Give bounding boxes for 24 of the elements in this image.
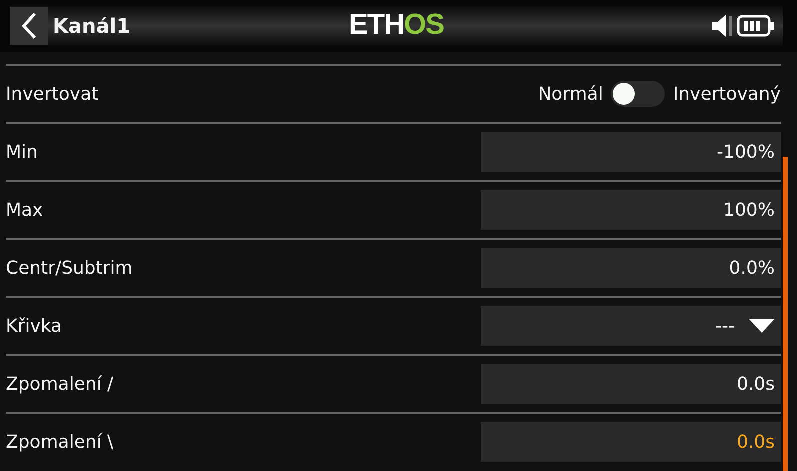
value-field[interactable]: 0.0% [481, 248, 781, 288]
screen-title: Kanál1 [53, 13, 130, 40]
option-label: Normál [538, 82, 604, 106]
setting-label: Centr/Subtrim [6, 256, 133, 280]
setting-label: Invertovat [6, 82, 99, 106]
dropdown-field[interactable]: --- [481, 306, 781, 346]
option-label: Invertovaný [673, 82, 781, 106]
value-field[interactable]: 100% [481, 190, 781, 230]
dropdown-arrow-icon [749, 319, 775, 333]
setting-label: Křivka [6, 314, 62, 338]
back-button[interactable] [10, 7, 48, 45]
scrollbar[interactable] [783, 157, 788, 471]
logo: ETHOS [349, 8, 444, 44]
setting-label: Zpomalení \ [6, 430, 114, 454]
setting-label: Min [6, 140, 38, 164]
value-field[interactable]: 0.0s [481, 364, 781, 404]
value-field[interactable]: 0.0s [481, 422, 781, 462]
speaker-icon [711, 14, 733, 38]
toggle-switch[interactable] [611, 81, 666, 107]
battery-icon [737, 15, 775, 37]
setting-label: Zpomalení / [6, 372, 114, 396]
chevron-left-icon [21, 12, 37, 40]
setting-label: Max [6, 198, 44, 222]
value-field[interactable]: -100% [481, 132, 781, 172]
